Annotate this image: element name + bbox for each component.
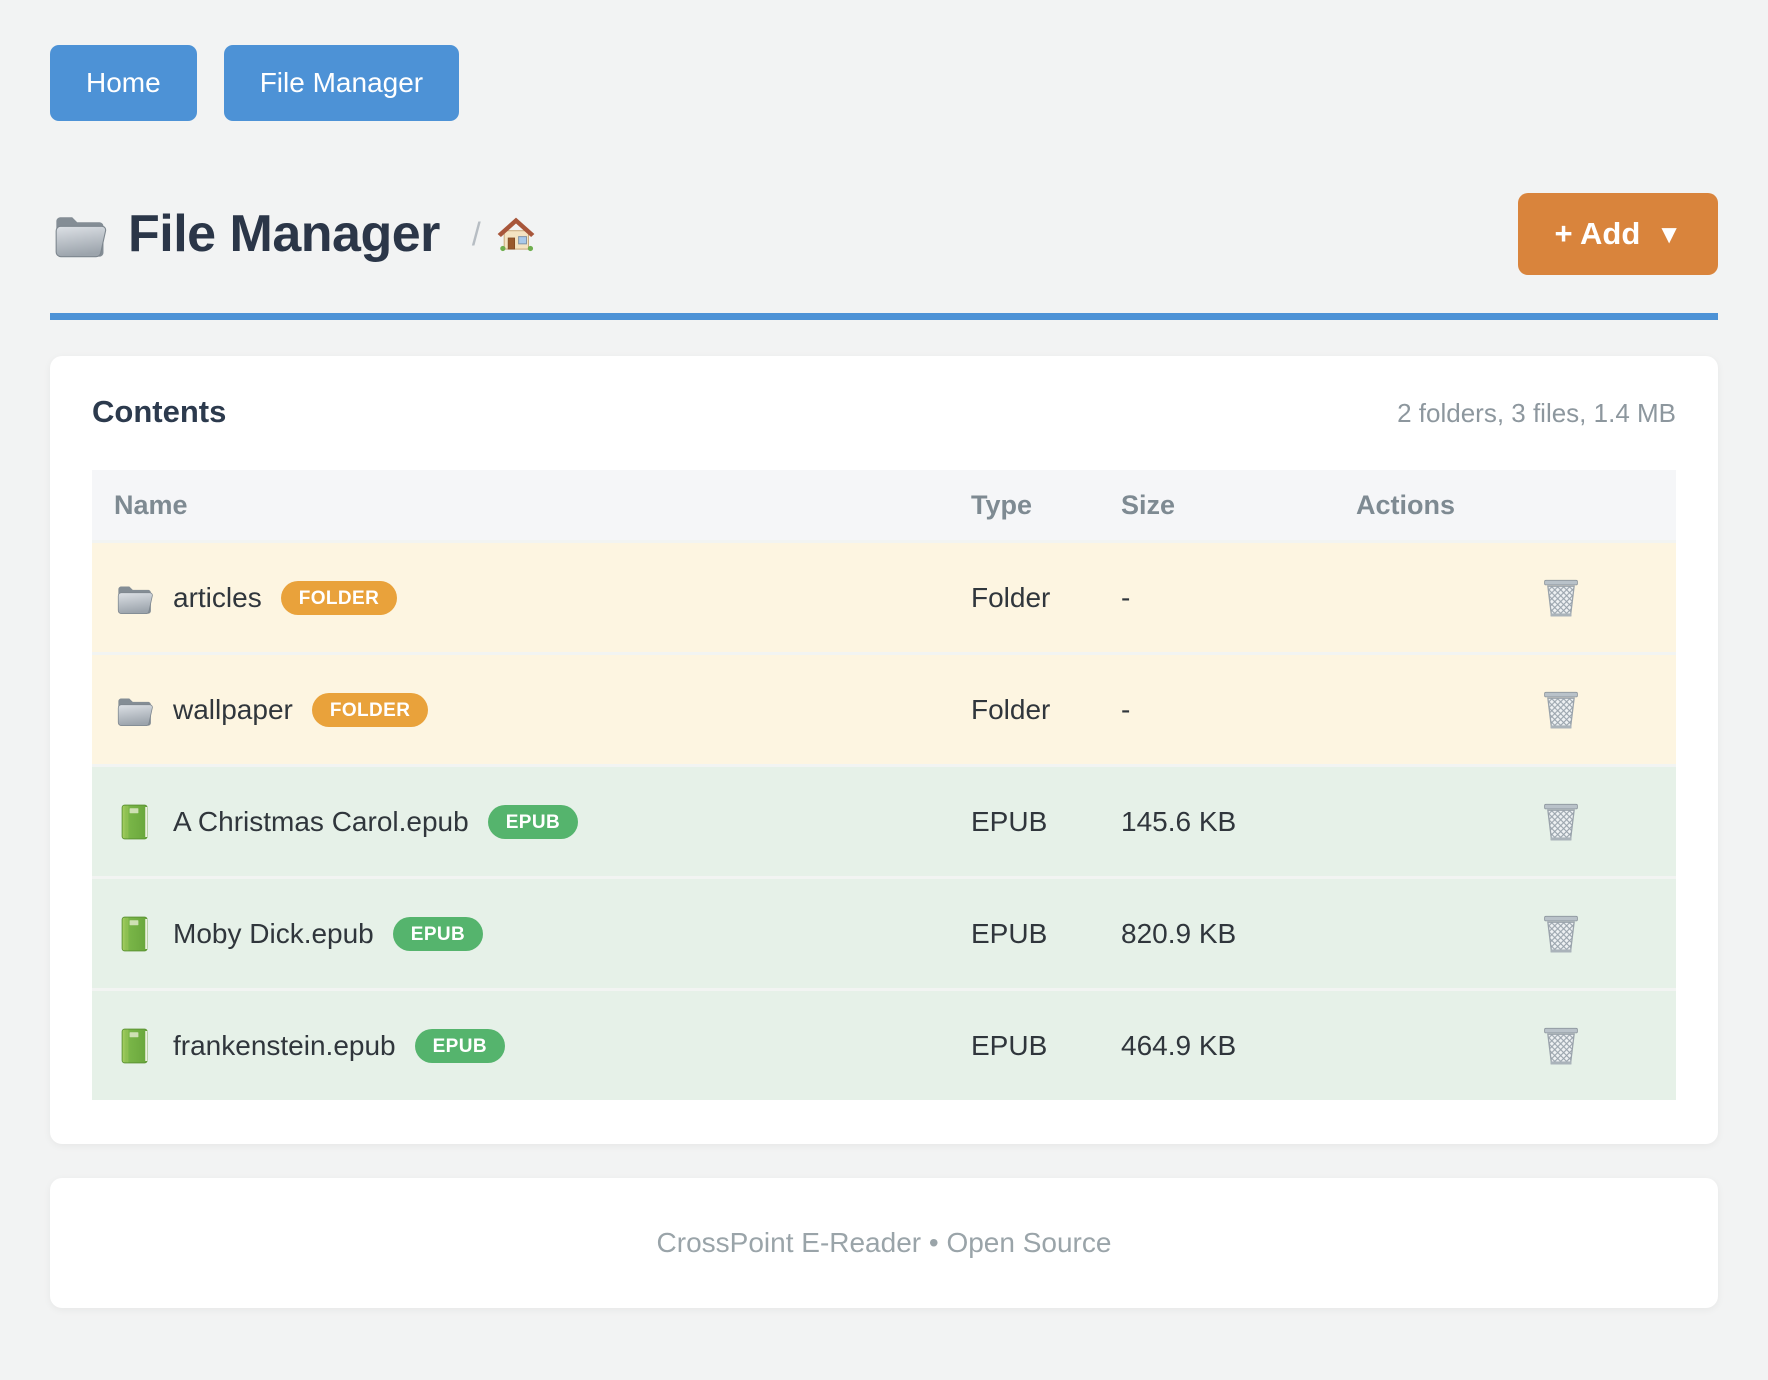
table-row: articles FOLDER Folder - [92, 540, 1676, 652]
type-badge: EPUB [488, 805, 578, 839]
add-button-label: + Add [1554, 216, 1640, 252]
book-icon [114, 802, 154, 842]
nav-file-manager-button[interactable]: File Manager [224, 45, 459, 121]
type-badge: EPUB [393, 917, 483, 951]
page-title: File Manager [128, 204, 440, 264]
column-header-type: Type [971, 490, 1121, 521]
column-header-size: Size [1121, 490, 1356, 521]
top-nav: Home File Manager [50, 45, 1718, 121]
type-cell: Folder [971, 582, 1121, 614]
header-divider [50, 313, 1718, 320]
column-header-actions: Actions [1356, 490, 1676, 521]
contents-summary: 2 folders, 3 files, 1.4 MB [1397, 398, 1676, 429]
file-link[interactable]: frankenstein.epub [173, 1030, 396, 1062]
size-cell: - [1121, 694, 1356, 726]
trash-icon [1540, 799, 1582, 845]
folder-link[interactable]: articles [173, 582, 262, 614]
file-link[interactable]: A Christmas Carol.epub [173, 806, 469, 838]
table-row: A Christmas Carol.epub EPUB EPUB 145.6 K… [92, 764, 1676, 876]
column-header-name: Name [92, 490, 971, 521]
type-cell: Folder [971, 694, 1121, 726]
delete-button[interactable] [1532, 681, 1590, 739]
table-row: wallpaper FOLDER Folder - [92, 652, 1676, 764]
page-header: File Manager / + Add ▼ [50, 193, 1718, 275]
caret-down-icon: ▼ [1656, 219, 1682, 250]
footer-text: CrossPoint E-Reader • Open Source [657, 1227, 1112, 1259]
trash-icon [1540, 687, 1582, 733]
type-badge: EPUB [415, 1029, 505, 1063]
trash-icon [1540, 911, 1582, 957]
add-button[interactable]: + Add ▼ [1518, 193, 1718, 275]
folder-icon [114, 578, 154, 618]
size-cell: - [1121, 582, 1356, 614]
home-icon[interactable] [495, 213, 537, 255]
folder-link[interactable]: wallpaper [173, 694, 293, 726]
file-link[interactable]: Moby Dick.epub [173, 918, 374, 950]
type-badge: FOLDER [312, 693, 429, 727]
page: Home File Manager File Manager / + Add ▼… [0, 0, 1768, 1308]
contents-title: Contents [92, 394, 226, 430]
table-row: Moby Dick.epub EPUB EPUB 820.9 KB [92, 876, 1676, 988]
delete-button[interactable] [1532, 793, 1590, 851]
folder-icon [114, 690, 154, 730]
size-cell: 820.9 KB [1121, 918, 1356, 950]
file-table: Name Type Size Actions articles FOLDER F… [92, 470, 1676, 1100]
delete-button[interactable] [1532, 905, 1590, 963]
size-cell: 145.6 KB [1121, 806, 1356, 838]
nav-home-button[interactable]: Home [50, 45, 197, 121]
book-icon [114, 1026, 154, 1066]
delete-button[interactable] [1532, 1017, 1590, 1075]
footer-card: CrossPoint E-Reader • Open Source [50, 1178, 1718, 1308]
table-row: frankenstein.epub EPUB EPUB 464.9 KB [92, 988, 1676, 1100]
type-cell: EPUB [971, 918, 1121, 950]
breadcrumb-separator: / [472, 216, 481, 253]
type-cell: EPUB [971, 806, 1121, 838]
size-cell: 464.9 KB [1121, 1030, 1356, 1062]
trash-icon [1540, 1023, 1582, 1069]
book-icon [114, 914, 154, 954]
type-cell: EPUB [971, 1030, 1121, 1062]
type-badge: FOLDER [281, 581, 398, 615]
trash-icon [1540, 575, 1582, 621]
delete-button[interactable] [1532, 569, 1590, 627]
folder-icon [50, 205, 108, 263]
contents-card: Contents 2 folders, 3 files, 1.4 MB Name… [50, 356, 1718, 1144]
table-header: Name Type Size Actions [92, 470, 1676, 540]
